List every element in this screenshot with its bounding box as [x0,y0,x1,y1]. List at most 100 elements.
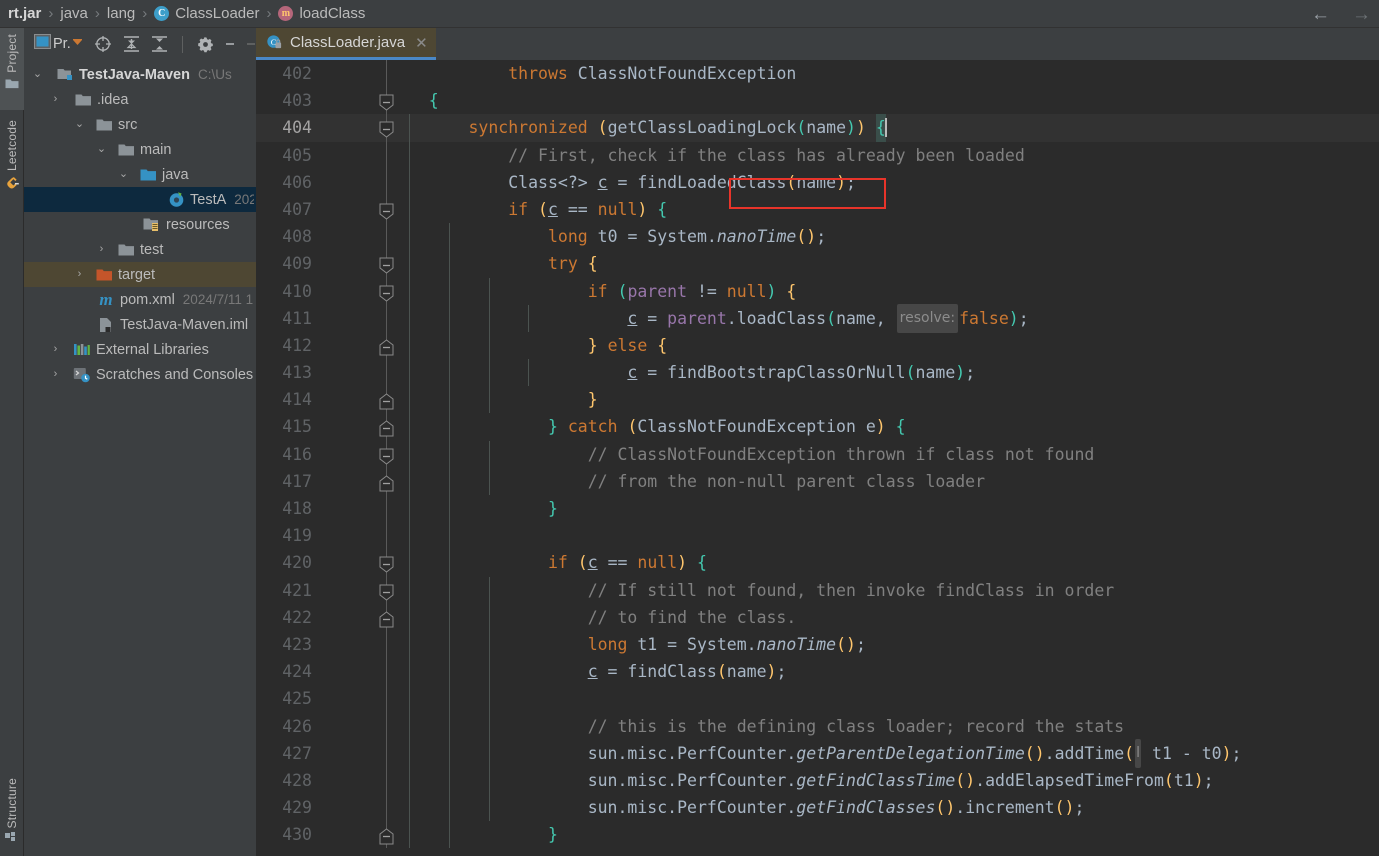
editor-gutter[interactable] [324,522,389,550]
editor-gutter[interactable] [324,821,394,849]
code-line[interactable]: 418 } [256,495,1379,523]
editor-gutter[interactable] [324,87,394,115]
code-line[interactable]: 411 c = parent .loadClass(name, resolve: f… [256,303,1379,333]
tool-window-button-structure[interactable]: Structure [0,778,24,851]
twisty-icon[interactable]: › [96,244,107,255]
code-line[interactable]: 426 // this is the defining class loader… [256,712,1379,740]
editor-gutter[interactable] [324,250,394,278]
hide-icon[interactable] [225,37,237,51]
gear-icon[interactable] [197,36,214,53]
code-line[interactable]: 430 } [256,821,1379,849]
editor-gutter[interactable] [324,794,389,822]
tree-item-main[interactable]: ⌄ main [24,137,256,162]
code-line[interactable]: 424 c = findClass(name); [256,658,1379,686]
breadcrumb-item-lang[interactable]: lang [107,5,135,22]
code-line[interactable]: 417 // from the non-null parent class lo… [256,467,1379,495]
code-line[interactable]: 415 } catch (ClassNotFoundException e) { [256,413,1379,441]
tree-item-external-libraries[interactable]: › External Libraries [24,337,256,362]
twisty-icon[interactable]: ⌄ [118,169,129,180]
code-line[interactable]: 414 } [256,386,1379,414]
editor-gutter[interactable] [324,114,394,142]
editor-gutter[interactable] [324,685,389,713]
editor-gutter[interactable] [324,549,394,577]
breadcrumb-item-loadclass[interactable]: m loadClass [278,5,365,22]
tree-item-src[interactable]: ⌄ src [24,112,256,137]
twisty-icon[interactable]: › [50,344,61,355]
tab-classloader-java[interactable]: C ClassLoader.java ✕ [247,28,436,60]
code-line[interactable]: 416 // ClassNotFoundException thrown if … [256,440,1379,468]
tool-window-button-leetcode[interactable]: Leetcode [0,116,24,195]
code-line[interactable]: 408 long t0 = System. nanoTime(); [256,223,1379,251]
breadcrumb-item-classloader[interactable]: C ClassLoader [154,5,259,22]
editor-gutter[interactable] [324,60,389,88]
editor-gutter[interactable] [324,413,394,441]
collapse-all-icon[interactable] [151,35,168,53]
editor-gutter[interactable] [324,467,394,495]
code-line[interactable]: 420 if (c == null) { [256,549,1379,577]
tree-item-java[interactable]: ⌄ java [24,162,256,187]
editor-gutter[interactable] [324,223,389,251]
close-icon[interactable]: ✕ [415,34,428,52]
editor-gutter[interactable] [324,141,389,169]
editor-gutter[interactable] [324,195,394,224]
twisty-icon[interactable]: › [50,94,61,105]
editor-gutter[interactable] [324,386,394,414]
tree-item-resources[interactable]: resources [24,212,256,237]
code-line[interactable]: 406 Class<?> c = findLoadedClass(name); [256,168,1379,196]
editor-gutter[interactable] [324,331,394,360]
editor-gutter[interactable] [324,603,394,631]
code-line[interactable]: 423 long t1 = System. nanoTime(); [256,630,1379,659]
editor-gutter[interactable] [324,495,389,523]
code-line[interactable]: 407 if (c == null) { [256,195,1379,224]
code-line[interactable]: 422 // to find the class. [256,603,1379,631]
editor-gutter[interactable] [324,440,394,468]
code-line[interactable]: 403 { [256,87,1379,115]
code-content[interactable]: 402 throws ClassNotFoundException 403 {40… [256,60,1379,849]
editor-gutter[interactable] [324,359,389,387]
code-line[interactable]: 405 // First, check if the class has alr… [256,141,1379,169]
twisty-icon[interactable]: ⌄ [96,144,107,155]
navigate-back-button[interactable]: ← [1311,5,1330,24]
twisty-icon[interactable]: ⌄ [74,119,85,130]
twisty-icon[interactable]: › [74,269,85,280]
code-editor[interactable]: 402 throws ClassNotFoundException 403 {40… [256,60,1379,856]
editor-gutter[interactable] [324,168,389,196]
twisty-icon[interactable]: › [50,369,61,380]
code-line[interactable]: 427 sun.misc.PerfCounter. getParentDelega… [256,738,1379,768]
editor-gutter[interactable] [324,739,389,767]
code-line[interactable]: 410 if (parent != null) { [256,277,1379,305]
editor-gutter[interactable] [324,766,389,795]
code-line[interactable]: 425 [256,685,1379,713]
editor-gutter[interactable] [324,304,389,332]
crosshair-icon[interactable] [94,35,112,53]
code-line[interactable]: 413 c = findBootstrapClassOrNull(name); [256,359,1379,387]
code-line[interactable]: 429 sun.misc.PerfCounter. getFindClasses(… [256,794,1379,822]
code-line[interactable]: 402 throws ClassNotFoundException [256,60,1379,88]
editor-gutter[interactable] [324,277,394,305]
code-line[interactable]: 421 // If still not found, then invoke f… [256,576,1379,604]
code-line[interactable]: 404 synchronized (getClassLoadingLock(na… [256,114,1379,142]
tree-item-iml[interactable]: TestJava-Maven.iml [24,312,256,337]
code-line[interactable]: 412 } else { [256,331,1379,360]
editor-gutter[interactable] [324,576,394,604]
breadcrumb-item-rtjar[interactable]: rt.jar [8,5,41,22]
project-view-selector[interactable]: Pr. [34,34,83,54]
editor-gutter[interactable] [324,658,389,686]
editor-gutter[interactable] [324,630,389,659]
navigate-forward-button[interactable]: → [1352,5,1371,24]
breadcrumb-item-java[interactable]: java [60,5,88,22]
code-line[interactable]: 409 try { [256,250,1379,278]
tree-item-test[interactable]: › test [24,237,256,262]
project-tree[interactable]: ⌄ TestJava-Maven C:\Us › .idea ⌄ src ⌄ m… [24,60,256,856]
expand-all-icon[interactable] [123,35,140,53]
twisty-icon[interactable]: ⌄ [32,69,43,80]
tree-item-pom-xml[interactable]: m pom.xml 2024/7/11 1 [24,287,256,312]
tree-item-scratches-and-consoles[interactable]: › Scratches and Consoles [24,362,256,387]
tree-item-idea[interactable]: › .idea [24,87,256,112]
code-line[interactable]: 419 [256,522,1379,550]
tree-item-target[interactable]: › target [24,262,256,287]
tool-window-button-project[interactable]: Project [0,28,24,110]
code-line[interactable]: 428 sun.misc.PerfCounter. getFindClassTim… [256,766,1379,795]
tree-item-testa[interactable]: TestA 2024/ [24,187,256,212]
editor-gutter[interactable] [324,712,389,740]
